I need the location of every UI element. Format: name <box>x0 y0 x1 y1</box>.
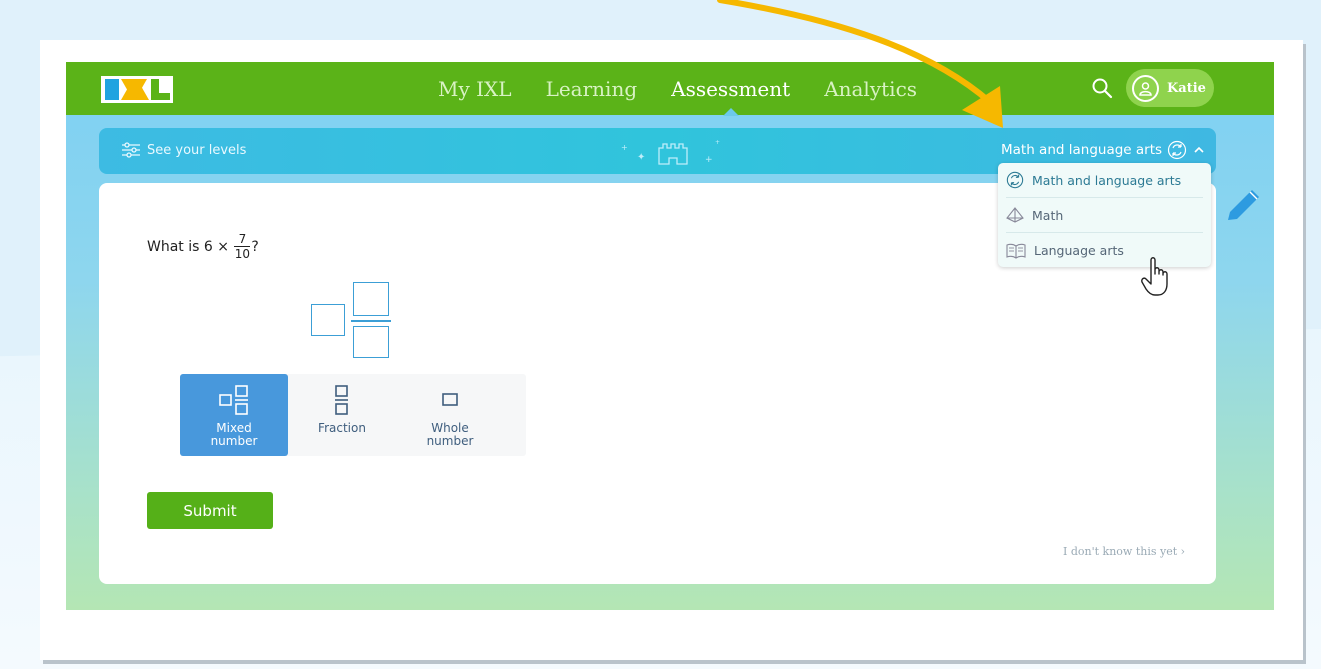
username: Katie <box>1167 80 1206 96</box>
denominator-input[interactable] <box>353 326 389 358</box>
question-prefix: What is 6 × <box>147 238 229 255</box>
svg-text:✦: ✦ <box>637 152 645 163</box>
svg-text:+: + <box>621 143 628 152</box>
chevron-up-icon <box>1194 146 1204 153</box>
dropdown-label-language-arts: Language arts <box>1034 243 1124 258</box>
nav-analytics[interactable]: Analytics <box>807 76 934 102</box>
ixl-app: My IXL Learning Assessment Analytics Kat… <box>66 62 1274 610</box>
whole-number-label-2: number <box>426 434 474 448</box>
user-icon <box>1139 81 1152 96</box>
see-your-levels-label: See your levels <box>147 142 247 158</box>
avatar <box>1132 74 1159 102</box>
top-navigation: My IXL Learning Assessment Analytics Kat… <box>66 62 1274 116</box>
mixed-number-icon <box>219 385 248 415</box>
svg-text:+: + <box>705 155 713 165</box>
ixl-logo[interactable] <box>101 76 173 103</box>
answer-input-area <box>311 282 391 360</box>
fraction-numerator: 7 <box>238 232 247 246</box>
numerator-input[interactable] <box>353 282 389 316</box>
answer-type-fraction[interactable]: Fraction <box>288 374 396 456</box>
answer-type-mixed-number[interactable]: Mixed number <box>180 374 288 456</box>
swap-subjects-icon <box>1006 171 1024 189</box>
pencil-icon[interactable] <box>1224 186 1264 226</box>
dropdown-label-math: Math <box>1032 207 1064 223</box>
question-text: What is 6 × 7 10 ? <box>147 233 259 260</box>
subject-selector-label: Math and language arts <box>1001 142 1163 158</box>
answer-type-selector: Mixed number Fraction Whole number <box>180 374 526 456</box>
whole-part-input[interactable] <box>311 304 345 336</box>
mixed-number-label-2: number <box>210 434 258 448</box>
book-icon <box>1006 243 1026 259</box>
active-tab-caret <box>722 108 739 116</box>
user-menu[interactable]: Katie <box>1126 69 1214 107</box>
castle-decoration-icon: + ✦ + + <box>621 139 720 165</box>
see-your-levels-link[interactable]: See your levels <box>121 142 246 158</box>
whole-number-icon <box>442 393 458 406</box>
hand-cursor-icon <box>1141 257 1168 296</box>
subject-dropdown: Math and language arts Math Language art… <box>998 163 1211 267</box>
nav-learning[interactable]: Learning <box>529 76 655 102</box>
pyramid-icon <box>1006 207 1024 223</box>
dropdown-item-math[interactable]: Math <box>1006 198 1203 233</box>
submit-button[interactable]: Submit <box>147 492 273 529</box>
dont-know-link[interactable]: I don't know this yet › <box>1063 545 1185 558</box>
fraction-label: Fraction <box>318 421 366 435</box>
fraction-icon <box>335 385 348 415</box>
nav-my-ixl[interactable]: My IXL <box>421 76 529 102</box>
search-icon[interactable] <box>1091 77 1113 99</box>
nav-assessment[interactable]: Assessment <box>654 76 807 116</box>
nav-assessment-label: Assessment <box>671 77 791 101</box>
fraction-denominator: 10 <box>234 247 251 261</box>
answer-fraction-bar <box>351 320 391 322</box>
sliders-icon <box>122 142 140 158</box>
question-fraction: 7 10 <box>234 232 251 261</box>
subject-selector[interactable]: Math and language arts <box>1001 140 1206 160</box>
answer-type-whole-number[interactable]: Whole number <box>396 374 504 456</box>
question-suffix: ? <box>251 238 259 255</box>
nav-links: My IXL Learning Assessment Analytics <box>421 76 934 116</box>
swap-subjects-icon <box>1167 140 1187 160</box>
dropdown-label-math-and-language-arts: Math and language arts <box>1032 172 1182 188</box>
dropdown-item-math-and-language-arts[interactable]: Math and language arts <box>1006 163 1203 198</box>
svg-text:+: + <box>715 139 720 146</box>
